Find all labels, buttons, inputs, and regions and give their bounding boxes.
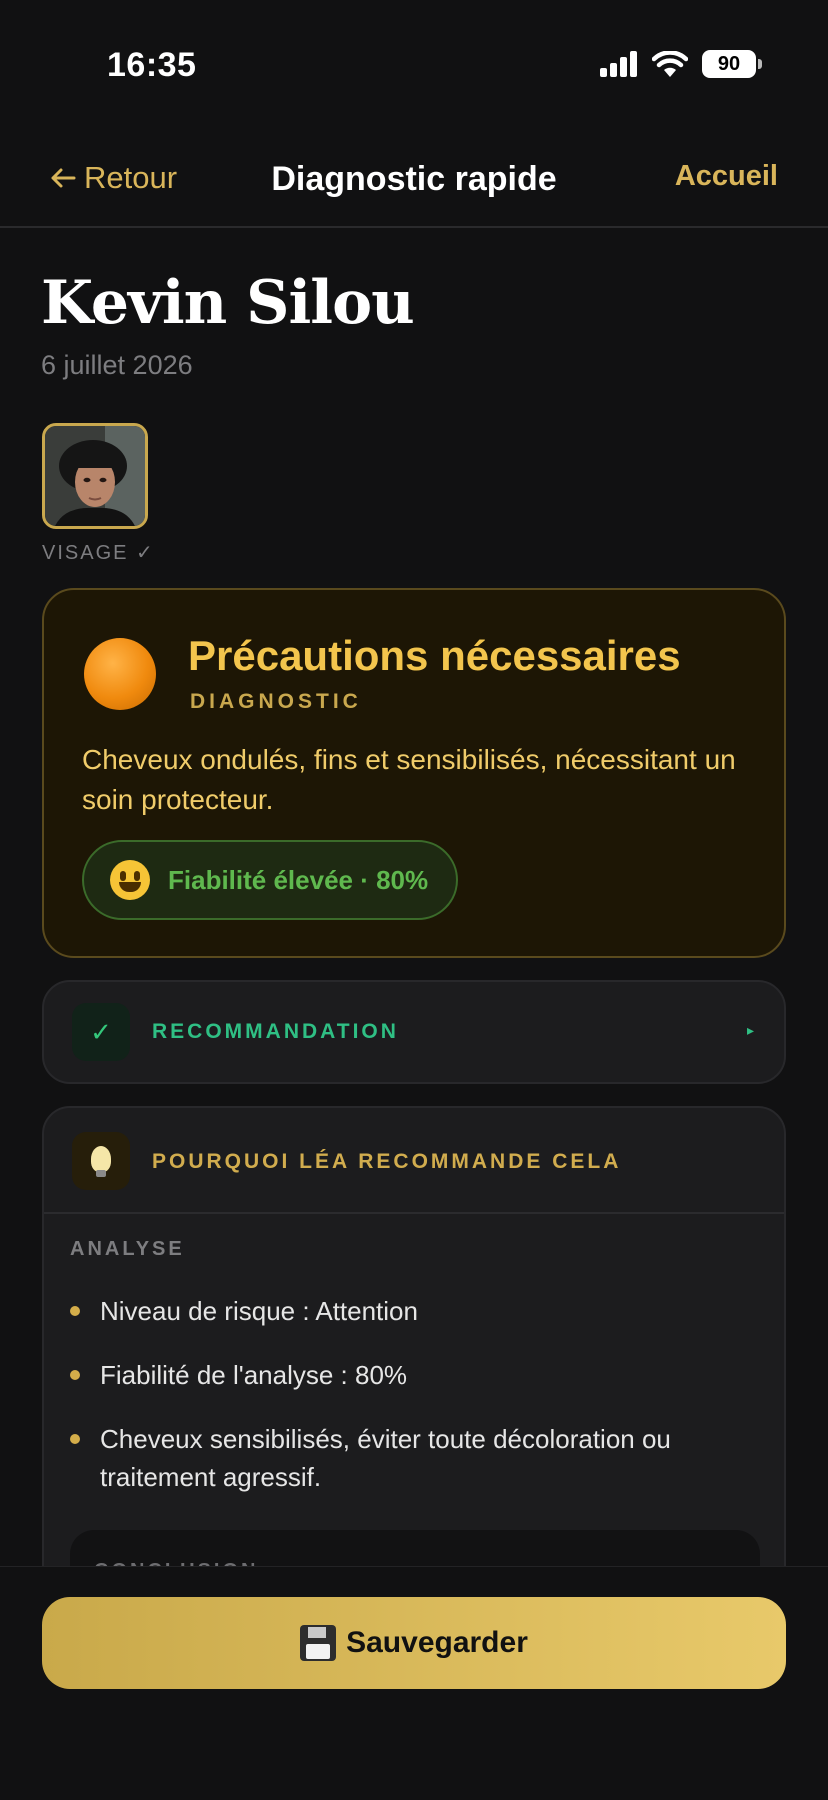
list-item: Fiabilité de l'analyse : 80% — [70, 1356, 750, 1394]
bottom-action-bar: Sauvegarder — [0, 1566, 828, 1800]
diagnostic-subtitle: DIAGNOSTIC — [190, 690, 362, 713]
status-bar: 16:35 90 — [0, 0, 828, 130]
battery-level: 90 — [717, 52, 741, 75]
photo-label: VISAGE ✓ — [42, 542, 155, 564]
client-name: Kevin Silou — [41, 268, 415, 338]
smiley-icon — [110, 860, 150, 900]
diagnostic-title: Précautions nécessaires — [188, 632, 681, 679]
divider — [44, 1212, 784, 1214]
analysis-list: Niveau de risque : Attention Fiabilité d… — [70, 1292, 750, 1522]
floppy-disk-icon — [300, 1625, 337, 1661]
client-date: 6 juillet 2026 — [41, 350, 193, 380]
reliability-badge: Fiabilité élevée · 80% — [82, 840, 459, 920]
why-label: POURQUOI LÉA RECOMMANDE CELA — [152, 1150, 622, 1173]
navigation-bar: Retour Diagnostic rapide Accueil — [0, 140, 828, 228]
diagnostic-description: Cheveux ondulés, fins et sensibilisés, n… — [82, 744, 736, 815]
wifi-icon — [652, 51, 688, 77]
list-item: Niveau de risque : Attention — [70, 1292, 750, 1330]
recommendation-label: RECOMMANDATION — [152, 1020, 399, 1043]
check-icon: ✓ — [72, 1003, 130, 1061]
reliability-text: Fiabilité élevée · 80% — [168, 864, 429, 895]
orange-circle-icon — [84, 638, 156, 710]
face-photo-thumbnail[interactable] — [42, 423, 148, 529]
cellular-signal-icon — [600, 51, 637, 77]
analysis-label: ANALYSE — [70, 1238, 185, 1260]
status-icons: 90 — [600, 50, 762, 78]
diagnostic-card: Précautions nécessaires DIAGNOSTIC Cheve… — [42, 588, 786, 958]
lightbulb-icon — [72, 1132, 130, 1190]
save-button[interactable]: Sauvegarder — [42, 1597, 786, 1689]
list-item: Cheveux sensibilisés, éviter toute décol… — [70, 1420, 750, 1496]
status-time: 16:35 — [107, 46, 197, 84]
expand-arrow-icon: ▸ — [746, 1022, 754, 1038]
face-photo — [45, 426, 145, 526]
home-button[interactable]: Accueil — [675, 160, 778, 193]
recommendation-section[interactable]: ✓ RECOMMANDATION ▸ — [42, 980, 786, 1084]
save-label: Sauvegarder — [346, 1626, 528, 1659]
battery-icon: 90 — [702, 50, 762, 78]
